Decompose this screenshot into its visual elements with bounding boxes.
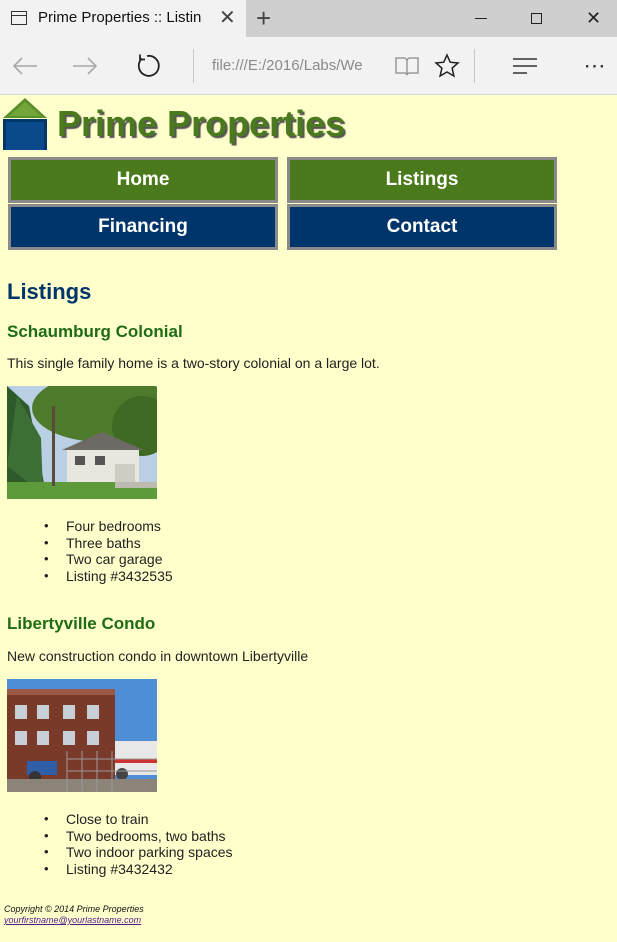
forward-arrow-icon[interactable] bbox=[68, 51, 102, 81]
list-item: Three baths bbox=[44, 535, 173, 552]
list-item: Close to train bbox=[44, 811, 233, 828]
maximize-icon[interactable] bbox=[508, 0, 565, 37]
list-item: Four bedrooms bbox=[44, 518, 173, 535]
feature-list: Four bedrooms Three baths Two car garage… bbox=[44, 518, 173, 584]
house-logo-icon bbox=[3, 98, 47, 150]
nav-home-button[interactable]: Home bbox=[8, 157, 278, 203]
refresh-icon[interactable] bbox=[130, 51, 164, 81]
feature-list: Close to train Two bedrooms, two baths T… bbox=[44, 811, 233, 877]
page-title: Listings bbox=[7, 279, 92, 304]
email-link[interactable]: yourfirstname@yourlastname.com bbox=[4, 915, 141, 925]
web-page: Prime Properties Home Listings Financing… bbox=[0, 95, 617, 942]
condo-building-photo bbox=[7, 679, 157, 792]
title-bar: Prime Properties :: Listin ✕ + ✕ bbox=[0, 0, 617, 37]
list-item: Two car garage bbox=[44, 551, 173, 568]
tab-title: Prime Properties :: Listin bbox=[38, 9, 202, 26]
list-item: Two bedrooms, two baths bbox=[44, 828, 233, 845]
nav-financing-button[interactable]: Financing bbox=[8, 204, 278, 250]
list-item: Listing #3432535 bbox=[44, 568, 173, 585]
close-icon[interactable]: ✕ bbox=[219, 6, 236, 30]
site-title: Prime Properties bbox=[57, 103, 346, 144]
property-description: New construction condo in downtown Liber… bbox=[7, 648, 309, 664]
copyright-text: Copyright © 2014 Prime Properties bbox=[4, 904, 144, 914]
favorite-star-icon[interactable] bbox=[432, 51, 462, 81]
property-description: This single family home is a two-story c… bbox=[7, 355, 380, 371]
hub-icon[interactable] bbox=[510, 51, 540, 81]
nav-contact-button[interactable]: Contact bbox=[287, 204, 557, 250]
toolbar-divider bbox=[193, 49, 194, 83]
reading-view-icon[interactable] bbox=[392, 51, 422, 81]
address-bar[interactable]: file:///E:/2016/Labs/We bbox=[212, 57, 372, 74]
list-item: Two indoor parking spaces bbox=[44, 844, 233, 861]
property-title: Schaumburg Colonial bbox=[7, 322, 183, 341]
minimize-icon[interactable] bbox=[452, 0, 509, 37]
browser-tab[interactable]: Prime Properties :: Listin ✕ bbox=[0, 0, 246, 37]
back-arrow-icon[interactable] bbox=[8, 51, 42, 81]
tab-page-icon bbox=[11, 11, 27, 25]
new-tab-icon[interactable]: + bbox=[256, 3, 271, 33]
list-item: Listing #3432432 bbox=[44, 861, 233, 878]
property-title: Libertyville Condo bbox=[7, 614, 156, 633]
toolbar-divider bbox=[474, 49, 475, 83]
navigation-bar: file:///E:/2016/Labs/We ⋯ bbox=[0, 37, 617, 95]
nav-listings-button[interactable]: Listings bbox=[287, 157, 557, 203]
colonial-house-photo bbox=[7, 386, 157, 499]
more-icon[interactable]: ⋯ bbox=[580, 51, 610, 81]
close-window-icon[interactable]: ✕ bbox=[565, 0, 617, 37]
